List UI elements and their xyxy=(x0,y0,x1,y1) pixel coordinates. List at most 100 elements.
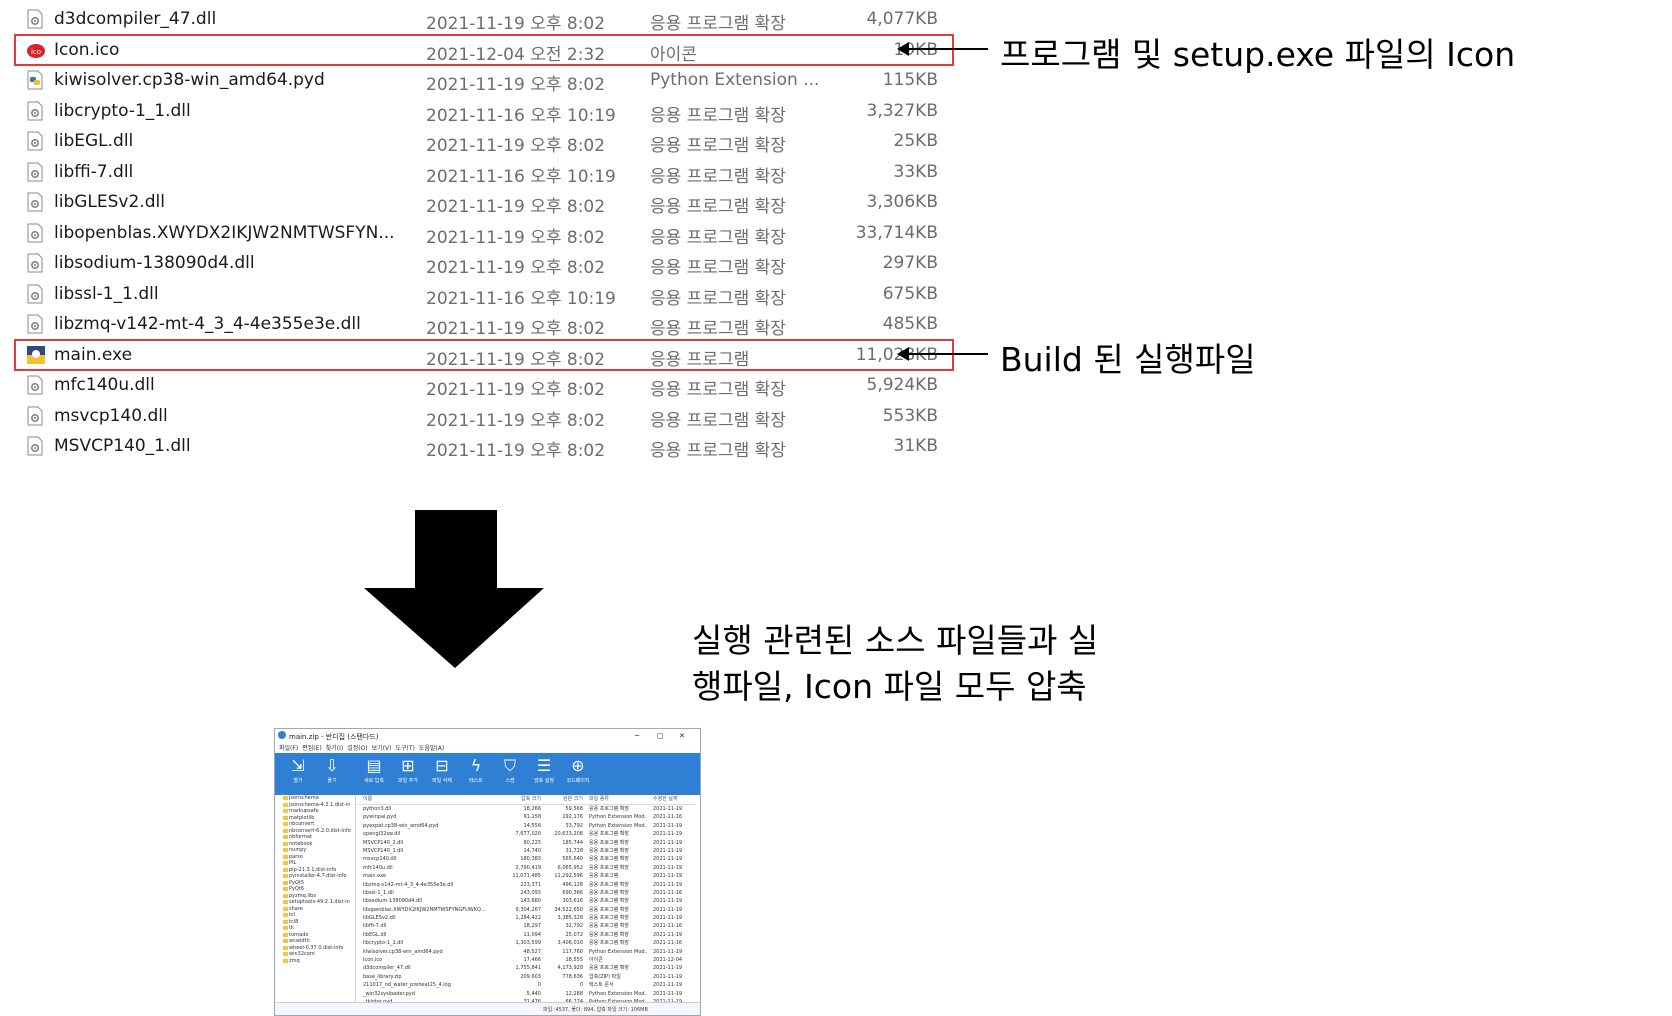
toolbar-button[interactable]: ⊟ 파일 삭제 xyxy=(425,755,459,793)
file-size: 553KB xyxy=(882,405,938,426)
column-packed-size[interactable]: 압축 크기 xyxy=(505,795,541,803)
menu-item[interactable]: 설정(O) xyxy=(347,745,367,752)
cell-name: libGLESv2.dll xyxy=(363,915,396,922)
toolbar-button[interactable]: ⇩ 풀기 xyxy=(315,755,349,793)
file-type: 응용 프로그램 확장 xyxy=(650,227,786,248)
file-size: 31KB xyxy=(893,436,938,456)
file-row[interactable]: libopenblas.XWYDX2IKJW2NMTWSFYN... 2021-1… xyxy=(14,217,954,249)
table-row[interactable]: MSVCP140_1.dll 14,740 31,728 응용 프로그램 확장 2021… xyxy=(357,847,696,855)
table-row[interactable]: pyexpat.cp38-win_amd64.pyd 14,556 33,792 Py… xyxy=(357,822,696,830)
toolbar-button[interactable]: ⇲ 열기 xyxy=(281,755,315,793)
file-row[interactable]: libffi-7.dll 2021-11-16 오후 10:19 응용 프로그램 확… xyxy=(14,156,954,188)
table-row[interactable]: mfc140u.dll 2,790,419 6,065,952 응용 프로그램 확장 2… xyxy=(357,864,696,872)
cell-modified-date: 2021-11-19 xyxy=(653,898,683,905)
menu-item[interactable]: 도구(T) xyxy=(395,745,414,752)
file-row[interactable]: MSVCP140_1.dll 2021-11-19 오후 8:02 응용 프로그램 … xyxy=(14,430,954,462)
menu-item[interactable]: 파일(F) xyxy=(279,745,298,752)
table-row[interactable]: kiwisolver.cp38-win_amd64.pyd 48,527 117,7… xyxy=(357,948,696,956)
table-row[interactable]: libsodium-138090d4.dll 143,660 303,616 응용 프… xyxy=(357,897,696,905)
file-type: 응용 프로그램 확장 xyxy=(650,14,786,34)
table-row[interactable]: python3.dll 18,266 59,568 응용 프로그램 확장 2021-11… xyxy=(357,805,696,813)
table-row[interactable]: base_library.zip 209,603 778,636 압축(ZIP) 파일… xyxy=(357,973,696,981)
table-row[interactable]: MSVCP140_2.dll 80,225 185,744 응용 프로그램 확장 202… xyxy=(357,839,696,847)
extract-icon: ⇩ xyxy=(325,756,339,775)
toolbar-button[interactable]: ϟ 테스트 xyxy=(459,755,493,793)
file-row[interactable]: msvcp140.dll 2021-11-19 오후 8:02 응용 프로그램 확장… xyxy=(14,400,954,432)
file-row[interactable]: libzmq-v142-mt-4_3_4-4e355e3e.dll 2021-11… xyxy=(14,308,954,340)
file-row[interactable]: libssl-1_1.dll 2021-11-16 오후 10:19 응용 프로그램… xyxy=(14,278,954,310)
menu-item[interactable]: 찾기(I) xyxy=(326,745,344,752)
file-row[interactable]: kiwisolver.cp38-win_amd64.pyd 2021-11-19 … xyxy=(14,64,954,96)
table-row[interactable]: libEGL.dll 11,094 25,072 응용 프로그램 확장 2021-11-… xyxy=(357,931,696,939)
toolbar-label: 테스트 xyxy=(469,778,483,784)
table-row[interactable]: Icon.ico 17,466 18,555 아이콘 2021-12-04 xyxy=(357,956,696,964)
status-bar: 파일: 4537, 폴더: 894, 압축 파일 크기: 106MB xyxy=(275,1002,700,1015)
maximize-button[interactable]: □ xyxy=(657,732,664,740)
cell-modified-date: 2021-11-19 xyxy=(653,973,683,980)
table-row[interactable]: libGLESv2.dll 1,284,422 3,385,328 응용 프로그램 확… xyxy=(357,914,696,922)
table-row[interactable]: _win32sysloader.pyd 5,440 12,288 Python Ext… xyxy=(357,990,696,998)
menu-item[interactable]: 편집(E) xyxy=(302,745,322,752)
cell-packed-size: 5,440 xyxy=(526,990,541,997)
table-row[interactable]: libssl-1_1.dll 243,093 690,366 응용 프로그램 확장 20… xyxy=(357,889,696,897)
file-name: libsodium-138090d4.dll xyxy=(54,253,255,273)
menu-item[interactable]: 도움말(A) xyxy=(419,745,444,752)
cell-packed-size: 243,093 xyxy=(520,889,541,896)
cell-packed-size: 14,556 xyxy=(523,822,542,829)
cell-file-type: Python Extension Mod... xyxy=(589,814,647,821)
file-row[interactable]: ico Icon.ico 2021-12-04 오전 2:32 아이콘 19KB xyxy=(14,33,954,66)
cell-name: base_library.zip xyxy=(363,973,402,980)
table-row[interactable]: libcrypto-1_1.dll 1,303,599 3,406,016 응용 프로… xyxy=(357,939,696,947)
cell-file-type: 응용 프로그램 확장 xyxy=(589,864,629,871)
cell-name: opengl32sw.dll xyxy=(363,831,401,838)
column-name[interactable]: 이름 xyxy=(363,795,503,803)
table-row[interactable]: pywinpal.pyd 91,158 192,176 Python Extensio… xyxy=(357,813,696,821)
file-size: 3,327KB xyxy=(866,100,938,121)
table-row[interactable]: msvcp140.dll 180,383 565,640 응용 프로그램 확장 2021… xyxy=(357,855,696,863)
archive-window: main.zip - 반디집 (스탠다드) ─ □ ✕ 파일(F) 편집(E) 찾기… xyxy=(274,728,701,1016)
table-row[interactable]: main.exe 11,071,485 11,292,596 응용 프로그램 2021-… xyxy=(357,872,696,880)
dll-file-icon xyxy=(26,131,44,151)
file-row[interactable]: libGLESv2.dll 2021-11-19 오후 8:02 응용 프로그램 확… xyxy=(14,186,954,218)
table-row[interactable]: opengl32sw.dll 7,677,020 20,633,208 응용 프로그램… xyxy=(357,830,696,838)
cell-packed-size: 180,383 xyxy=(520,856,541,863)
table-row[interactable]: 211017_nd_water_preheat25_4.log 0 0 텍스트 문서 2… xyxy=(357,981,696,989)
table-row[interactable]: libffi-7.dll 18,297 32,792 응용 프로그램 확장 2021-1… xyxy=(357,922,696,930)
cell-file-type: Python Extension Mod... xyxy=(589,948,647,955)
arrow-line xyxy=(908,48,988,50)
table-row[interactable]: d3dcompiler_47.dll 1,755,841 4,173,928 응용 프… xyxy=(357,964,696,972)
table-row[interactable]: libzmq-v142-mt-4_3_4-4e355e3e.dll 223,371… xyxy=(357,881,696,889)
column-original-size[interactable]: 원본 크기 xyxy=(543,795,583,803)
cell-name: d3dcompiler_47.dll xyxy=(363,965,411,972)
file-size: 25KB xyxy=(893,131,938,151)
file-row[interactable]: mfc140u.dll 2021-11-19 오후 8:02 응용 프로그램 확장 5… xyxy=(14,369,954,401)
menu-item[interactable]: 보기(V) xyxy=(372,745,392,752)
cell-name: MSVCP140_1.dll xyxy=(363,847,404,854)
cell-modified-date: 2021-11-19 xyxy=(653,873,683,880)
table-row[interactable]: libopenblas.XWYDX2IKJW2NMTWSFYNGFUWKQ...… xyxy=(357,906,696,914)
toolbar-button[interactable]: ☰ 암호 설정 xyxy=(527,755,561,793)
toolbar-button[interactable]: ▤ 새로 압축 xyxy=(357,755,391,793)
folder-item[interactable]: zmq xyxy=(275,958,355,965)
toolbar-button[interactable]: ⛉ 스캔 xyxy=(493,755,527,793)
cell-file-type: 응용 프로그램 확장 xyxy=(589,881,629,888)
cell-file-type: 응용 프로그램 확장 xyxy=(589,915,629,922)
column-modified-date[interactable]: 수정한 날짜 xyxy=(653,795,689,803)
file-row[interactable]: libEGL.dll 2021-11-19 오후 8:02 응용 프로그램 확장 25… xyxy=(14,125,954,157)
file-row[interactable]: d3dcompiler_47.dll 2021-11-19 오후 8:02 응용 프… xyxy=(14,3,954,35)
cell-file-type: 응용 프로그램 확장 xyxy=(589,931,629,938)
minimize-button[interactable]: ─ xyxy=(635,732,639,740)
file-row[interactable]: libcrypto-1_1.dll 2021-11-16 오후 10:19 응용 프… xyxy=(14,95,954,127)
file-row[interactable]: libsodium-138090d4.dll 2021-11-19 오후 8:02… xyxy=(14,247,954,279)
dll-file-icon xyxy=(26,253,44,273)
toolbar-button[interactable]: ⊕ 코드페이지 xyxy=(561,755,595,793)
file-size: 485KB xyxy=(882,314,938,334)
cell-modified-date: 2021-11-16 xyxy=(653,923,683,930)
toolbar-button[interactable]: ⊞ 파일 추가 xyxy=(391,755,425,793)
toolbar-label: 스캔 xyxy=(505,778,515,784)
column-file-type[interactable]: 파일 종류 xyxy=(589,795,647,803)
file-row[interactable]: main.exe 2021-11-19 오후 8:02 응용 프로그램 11,028K… xyxy=(14,338,954,371)
close-button[interactable]: ✕ xyxy=(679,732,685,740)
toolbar: ⇲ 열기 ⇩ 풀기 ▤ 새로 압축 ⊞ 파일 추가 ⊟ 파일 삭제 ϟ 테스트 ⛉ 스캔 ☰ 암호 설정 ⊕ 코드… xyxy=(275,753,700,795)
cell-original-size: 34,522,650 xyxy=(554,906,583,913)
